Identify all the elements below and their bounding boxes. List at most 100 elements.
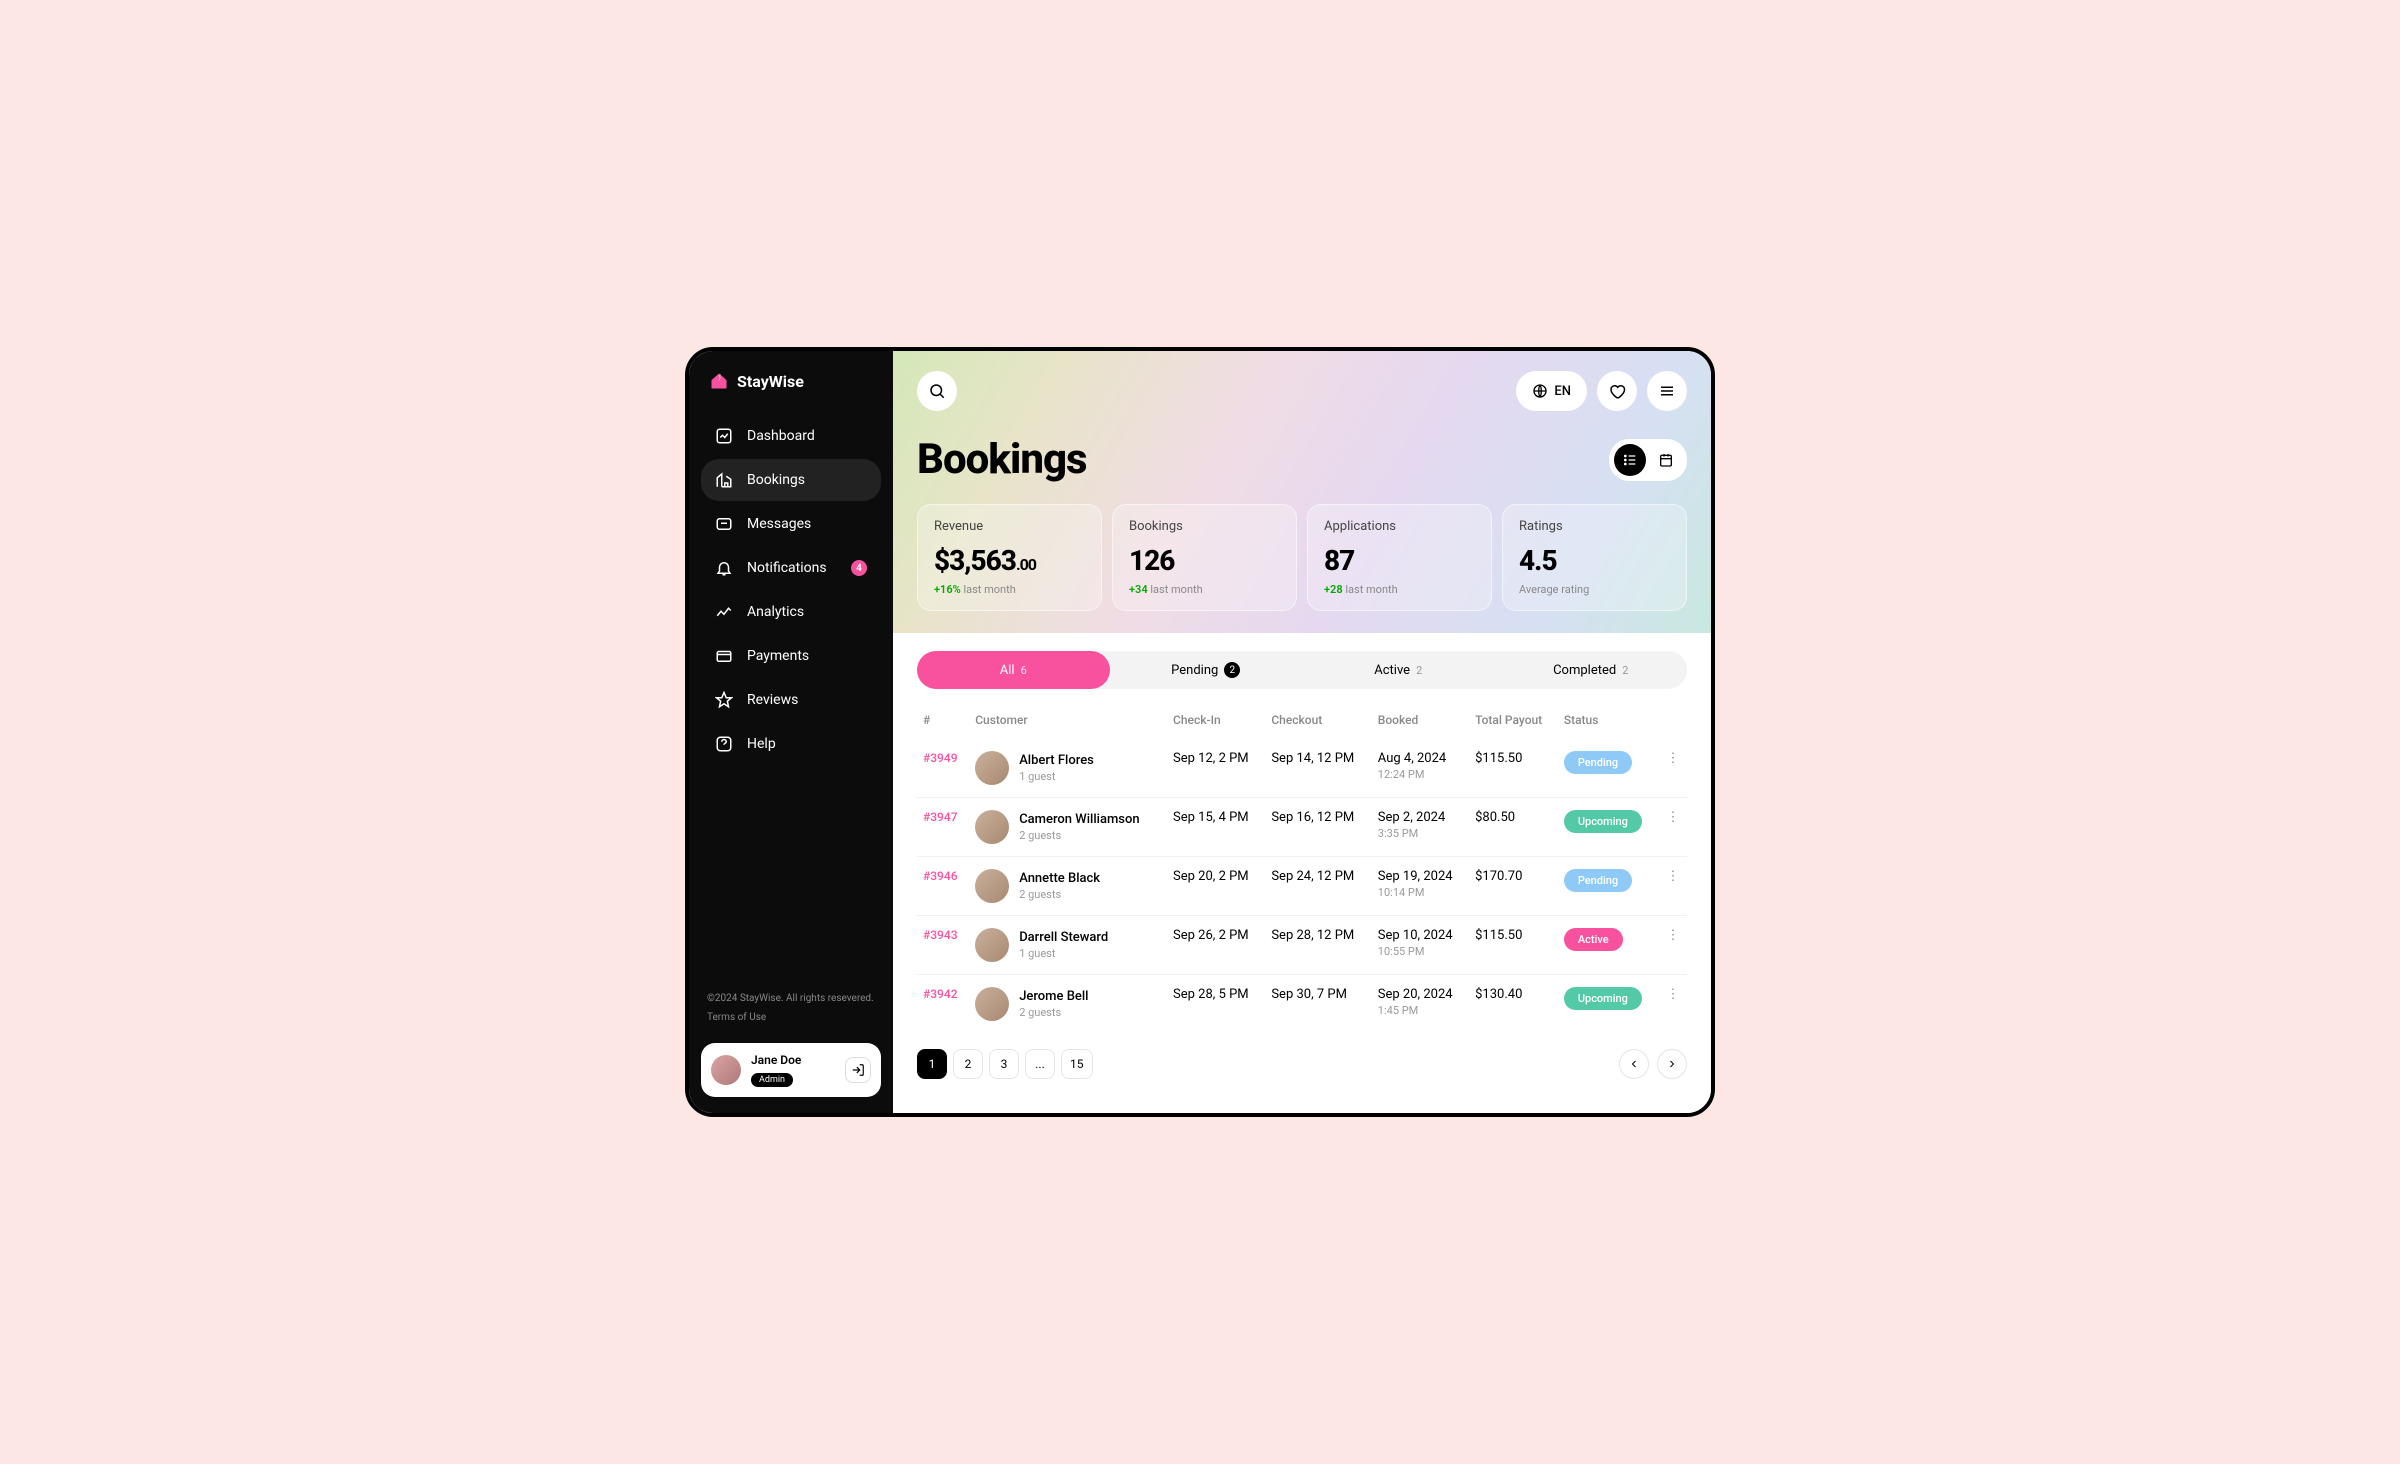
column-header: Checkout xyxy=(1265,705,1371,739)
tab-pending[interactable]: Pending 2 xyxy=(1110,651,1303,689)
stat-value: 87 xyxy=(1324,544,1475,577)
checkin-cell: Sep 15, 4 PM xyxy=(1167,798,1265,857)
nav-notifications[interactable]: Notifications 4 xyxy=(701,547,881,589)
checkin-cell: Sep 12, 2 PM xyxy=(1167,739,1265,798)
stat-card: Applications87+28 last month xyxy=(1307,504,1492,611)
column-header: Booked xyxy=(1372,705,1469,739)
table-row[interactable]: #3949Albert Flores1 guestSep 12, 2 PMSep… xyxy=(917,739,1687,798)
stat-label: Revenue xyxy=(934,519,1085,534)
nav-help[interactable]: Help xyxy=(701,723,881,765)
payout-cell: $115.50 xyxy=(1469,916,1558,975)
nav-dashboard[interactable]: Dashboard xyxy=(701,415,881,457)
tab-all[interactable]: All6 xyxy=(917,651,1110,689)
page-button[interactable]: 1 xyxy=(917,1049,947,1079)
nav-bookings[interactable]: Bookings xyxy=(701,459,881,501)
user-role: Admin xyxy=(751,1073,793,1087)
status-cell: Pending xyxy=(1558,739,1659,798)
nav-messages[interactable]: Messages xyxy=(701,503,881,545)
logo: StayWise xyxy=(701,371,881,415)
avatar xyxy=(975,928,1009,962)
customer-cell: Darrell Steward1 guest xyxy=(969,916,1167,975)
table-row[interactable]: #3942Jerome Bell2 guestsSep 28, 5 PMSep … xyxy=(917,975,1687,1034)
booked-cell: Sep 20, 20241:45 PM xyxy=(1372,975,1469,1034)
menu-icon xyxy=(1658,382,1676,400)
nav-label: Help xyxy=(747,736,776,752)
content: All6Pending2Active2Completed2 #CustomerC… xyxy=(893,633,1711,1113)
nav-analytics[interactable]: Analytics xyxy=(701,591,881,633)
status-badge: Upcoming xyxy=(1564,987,1642,1010)
terms-link[interactable]: Terms of Use xyxy=(707,1010,875,1025)
tab-count: 6 xyxy=(1021,664,1027,677)
booking-id: #3947 xyxy=(917,798,969,857)
list-view-button[interactable] xyxy=(1614,444,1646,476)
checkin-cell: Sep 26, 2 PM xyxy=(1167,916,1265,975)
tab-completed[interactable]: Completed2 xyxy=(1495,651,1688,689)
page-button[interactable]: 2 xyxy=(953,1049,983,1079)
customer-name: Albert Flores xyxy=(1019,753,1094,768)
column-header: Check-In xyxy=(1167,705,1265,739)
menu-button[interactable] xyxy=(1647,371,1687,411)
nav-label: Messages xyxy=(747,516,811,532)
nav: Dashboard Bookings Messages Notification… xyxy=(701,415,881,765)
search-icon xyxy=(928,382,946,400)
language-button[interactable]: EN xyxy=(1516,371,1587,411)
guest-count: 2 guests xyxy=(1019,829,1139,842)
table-row[interactable]: #3943Darrell Steward1 guestSep 26, 2 PMS… xyxy=(917,916,1687,975)
checkout-cell: Sep 28, 12 PM xyxy=(1265,916,1371,975)
user-info: Jane Doe Admin xyxy=(751,1053,835,1087)
avatar xyxy=(975,987,1009,1021)
row-menu-button[interactable]: ⋮ xyxy=(1659,857,1687,916)
stat-delta: +16% last month xyxy=(934,583,1085,596)
payout-cell: $115.50 xyxy=(1469,739,1558,798)
logout-icon xyxy=(851,1063,865,1077)
bookings-table: #CustomerCheck-InCheckoutBookedTotal Pay… xyxy=(917,705,1687,1033)
chevron-left-icon xyxy=(1628,1058,1640,1070)
row-menu-button[interactable]: ⋮ xyxy=(1659,798,1687,857)
status-badge: Active xyxy=(1564,928,1623,951)
star-icon xyxy=(715,691,733,709)
page-button[interactable]: ... xyxy=(1025,1049,1055,1079)
page-button[interactable]: 15 xyxy=(1061,1049,1093,1079)
guest-count: 1 guest xyxy=(1019,770,1094,783)
nav-reviews[interactable]: Reviews xyxy=(701,679,881,721)
booked-cell: Aug 4, 202412:24 PM xyxy=(1372,739,1469,798)
next-page-button[interactable] xyxy=(1657,1049,1687,1079)
logout-button[interactable] xyxy=(845,1057,871,1083)
copyright: ©2024 StayWise. All rights resevered. xyxy=(707,993,874,1004)
tab-badge: 2 xyxy=(1224,662,1240,678)
language-label: EN xyxy=(1554,384,1571,399)
page-button[interactable]: 3 xyxy=(989,1049,1019,1079)
topbar: EN xyxy=(917,371,1687,411)
main: EN Bookings xyxy=(893,351,1711,1113)
row-menu-button[interactable]: ⋮ xyxy=(1659,916,1687,975)
stat-label: Ratings xyxy=(1519,519,1670,534)
stat-value: 126 xyxy=(1129,544,1280,577)
bell-icon xyxy=(715,559,733,577)
favorites-button[interactable] xyxy=(1597,371,1637,411)
column-header: Status xyxy=(1558,705,1659,739)
row-menu-button[interactable]: ⋮ xyxy=(1659,739,1687,798)
user-card[interactable]: Jane Doe Admin xyxy=(701,1043,881,1097)
sidebar: StayWise Dashboard Bookings Messages Not… xyxy=(689,351,893,1113)
search-button[interactable] xyxy=(917,371,957,411)
customer-name: Annette Black xyxy=(1019,871,1100,886)
booked-cell: Sep 19, 202410:14 PM xyxy=(1372,857,1469,916)
tab-active[interactable]: Active2 xyxy=(1302,651,1495,689)
status-cell: Upcoming xyxy=(1558,798,1659,857)
prev-page-button[interactable] xyxy=(1619,1049,1649,1079)
calendar-view-button[interactable] xyxy=(1650,444,1682,476)
guest-count: 1 guest xyxy=(1019,947,1108,960)
status-badge: Pending xyxy=(1564,869,1632,892)
table-row[interactable]: #3946Annette Black2 guestsSep 20, 2 PMSe… xyxy=(917,857,1687,916)
tab-label: Pending xyxy=(1171,663,1218,678)
customer-cell: Annette Black2 guests xyxy=(969,857,1167,916)
nav-label: Reviews xyxy=(747,692,798,708)
nav-label: Payments xyxy=(747,648,809,664)
status-cell: Pending xyxy=(1558,857,1659,916)
payments-icon xyxy=(715,647,733,665)
row-menu-button[interactable]: ⋮ xyxy=(1659,975,1687,1034)
nav-payments[interactable]: Payments xyxy=(701,635,881,677)
checkin-cell: Sep 28, 5 PM xyxy=(1167,975,1265,1034)
table-row[interactable]: #3947 Cameron Williamson 2 guests Sep 15, 4… xyxy=(917,798,1687,857)
customer-name: Cameron Williamson xyxy=(1019,812,1139,827)
